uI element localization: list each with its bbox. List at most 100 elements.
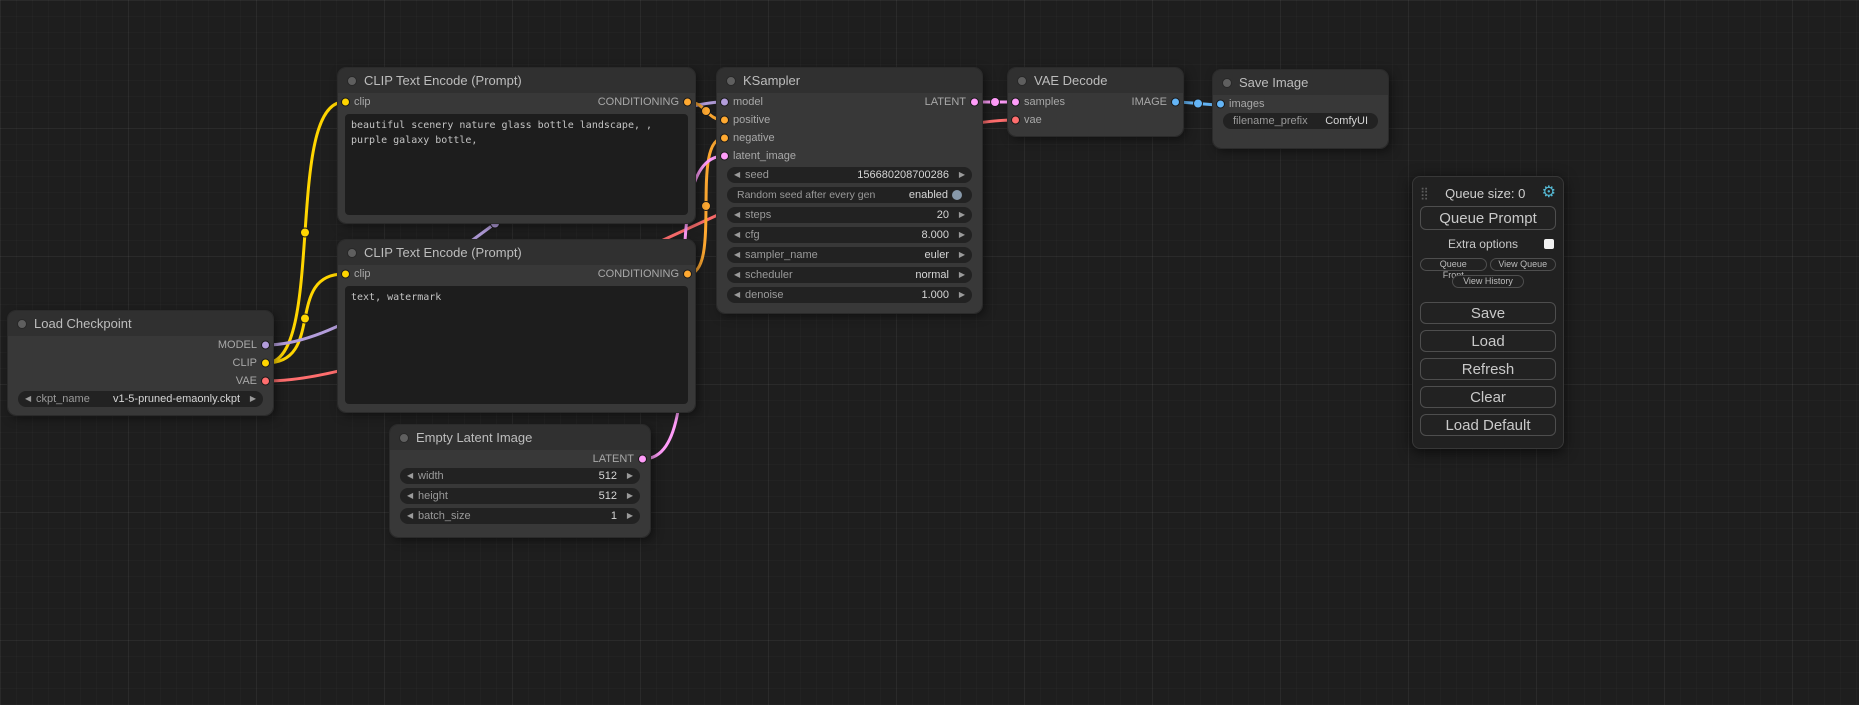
drag-handle-icon[interactable]: ⣿: [1420, 186, 1429, 200]
positive-prompt-textarea[interactable]: beautiful scenery nature glass bottle la…: [345, 114, 688, 215]
input-slot-negative[interactable]: [720, 134, 729, 143]
decrement-arrow-icon[interactable]: ◀: [734, 171, 745, 179]
node-titlebar[interactable]: CLIP Text Encode (Prompt): [338, 240, 695, 265]
output-slot-image[interactable]: [1171, 98, 1180, 107]
output-slot-latent[interactable]: [638, 455, 647, 464]
view-history-button[interactable]: View History: [1452, 275, 1524, 288]
extra-options-row: Extra options: [1422, 237, 1554, 251]
input-slot-samples[interactable]: [1011, 98, 1020, 107]
output-slot-conditioning[interactable]: [683, 270, 692, 279]
node-clip-text-encode-positive[interactable]: CLIP Text Encode (Prompt) clip CONDITION…: [338, 68, 695, 223]
node-empty-latent-image[interactable]: Empty Latent Image LATENT ◀ width 512 ▶ …: [390, 425, 650, 537]
widget-seed[interactable]: ◀ seed 156680208700286 ▶: [727, 167, 972, 183]
slot-row: vae: [1008, 111, 1183, 129]
collapse-dot-icon[interactable]: [347, 248, 357, 258]
input-slot-model[interactable]: [720, 98, 729, 107]
increment-arrow-icon[interactable]: ▶: [954, 231, 965, 239]
extra-options-checkbox[interactable]: [1544, 239, 1554, 249]
load-button[interactable]: Load: [1420, 330, 1556, 352]
collapse-dot-icon[interactable]: [347, 76, 357, 86]
node-clip-text-encode-negative[interactable]: CLIP Text Encode (Prompt) clip CONDITION…: [338, 240, 695, 412]
node-titlebar[interactable]: Save Image: [1213, 70, 1388, 95]
decrement-arrow-icon[interactable]: ◀: [734, 211, 745, 219]
increment-arrow-icon[interactable]: ▶: [622, 512, 633, 520]
decrement-arrow-icon[interactable]: ◀: [734, 291, 745, 299]
widget-width[interactable]: ◀ width 512 ▶: [400, 468, 640, 484]
node-titlebar[interactable]: CLIP Text Encode (Prompt): [338, 68, 695, 93]
widget-label: sampler_name: [745, 249, 925, 261]
input-slot-clip[interactable]: [341, 98, 350, 107]
input-slot-images[interactable]: [1216, 100, 1225, 109]
node-titlebar[interactable]: Empty Latent Image: [390, 425, 650, 450]
increment-arrow-icon[interactable]: ▶: [245, 395, 256, 403]
node-save-image[interactable]: Save Image images filename_prefix ComfyU…: [1213, 70, 1388, 148]
input-slot-vae[interactable]: [1011, 116, 1020, 125]
widget-ckpt-name[interactable]: ◀ ckpt_name v1-5-pruned-emaonly.ckpt ▶: [18, 391, 263, 407]
output-label-image: IMAGE: [1132, 96, 1167, 108]
widget-filename-prefix[interactable]: filename_prefix ComfyUI: [1223, 113, 1378, 129]
decrement-arrow-icon[interactable]: ◀: [407, 512, 418, 520]
input-slot-latent-image[interactable]: [720, 152, 729, 161]
increment-arrow-icon[interactable]: ▶: [622, 492, 633, 500]
slot-row: VAE: [8, 372, 273, 390]
output-slot-vae[interactable]: [261, 377, 270, 386]
node-load-checkpoint[interactable]: Load Checkpoint MODEL CLIP VAE ◀ ckpt_na…: [8, 311, 273, 415]
clear-button[interactable]: Clear: [1420, 386, 1556, 408]
increment-arrow-icon[interactable]: ▶: [954, 271, 965, 279]
queue-prompt-button[interactable]: Queue Prompt: [1420, 206, 1556, 230]
node-titlebar[interactable]: Load Checkpoint: [8, 311, 273, 336]
output-slot-clip[interactable]: [261, 359, 270, 368]
save-button[interactable]: Save: [1420, 302, 1556, 324]
increment-arrow-icon[interactable]: ▶: [954, 291, 965, 299]
slot-row: model LATENT: [717, 93, 982, 111]
widget-cfg[interactable]: ◀ cfg 8.000 ▶: [727, 227, 972, 243]
node-title: Save Image: [1239, 75, 1308, 90]
collapse-dot-icon[interactable]: [1017, 76, 1027, 86]
decrement-arrow-icon[interactable]: ◀: [407, 472, 418, 480]
collapse-dot-icon[interactable]: [17, 319, 27, 329]
collapse-dot-icon[interactable]: [1222, 78, 1232, 88]
increment-arrow-icon[interactable]: ▶: [954, 251, 965, 259]
decrement-arrow-icon[interactable]: ◀: [25, 395, 36, 403]
widget-batch-size[interactable]: ◀ batch_size 1 ▶: [400, 508, 640, 524]
decrement-arrow-icon[interactable]: ◀: [734, 251, 745, 259]
slot-row: latent_image: [717, 147, 982, 165]
widget-steps[interactable]: ◀ steps 20 ▶: [727, 207, 972, 223]
widget-height[interactable]: ◀ height 512 ▶: [400, 488, 640, 504]
widget-random-seed-toggle[interactable]: Random seed after every gen enabled: [727, 187, 972, 203]
increment-arrow-icon[interactable]: ▶: [954, 211, 965, 219]
node-titlebar[interactable]: VAE Decode: [1008, 68, 1183, 93]
node-titlebar[interactable]: KSampler: [717, 68, 982, 93]
decrement-arrow-icon[interactable]: ◀: [407, 492, 418, 500]
queue-front-button[interactable]: Queue Front: [1420, 258, 1487, 271]
refresh-button[interactable]: Refresh: [1420, 358, 1556, 380]
decrement-arrow-icon[interactable]: ◀: [734, 231, 745, 239]
decrement-arrow-icon[interactable]: ◀: [734, 271, 745, 279]
output-slot-model[interactable]: [261, 341, 270, 350]
node-vae-decode[interactable]: VAE Decode samples IMAGE vae: [1008, 68, 1183, 136]
node-graph-canvas[interactable]: Load Checkpoint MODEL CLIP VAE ◀ ckpt_na…: [0, 0, 1859, 705]
increment-arrow-icon[interactable]: ▶: [954, 171, 965, 179]
output-slot-latent[interactable]: [970, 98, 979, 107]
output-label-conditioning: CONDITIONING: [598, 96, 679, 108]
input-slot-clip[interactable]: [341, 270, 350, 279]
history-button-row: View History: [1420, 275, 1556, 288]
collapse-dot-icon[interactable]: [399, 433, 409, 443]
toggle-dot-icon[interactable]: [952, 190, 962, 200]
node-ksampler[interactable]: KSampler model LATENT positive negative …: [717, 68, 982, 313]
view-queue-button[interactable]: View Queue: [1490, 258, 1557, 271]
increment-arrow-icon[interactable]: ▶: [622, 472, 633, 480]
widget-sampler-name[interactable]: ◀ sampler_name euler ▶: [727, 247, 972, 263]
collapse-dot-icon[interactable]: [726, 76, 736, 86]
widget-scheduler[interactable]: ◀ scheduler normal ▶: [727, 267, 972, 283]
negative-prompt-textarea[interactable]: text, watermark: [345, 286, 688, 404]
widget-value: enabled: [909, 189, 948, 201]
widget-label: batch_size: [418, 510, 611, 522]
node-title: CLIP Text Encode (Prompt): [364, 73, 522, 88]
input-slot-positive[interactable]: [720, 116, 729, 125]
settings-gear-icon[interactable]: ⚙: [1542, 185, 1556, 201]
widget-label: seed: [745, 169, 857, 181]
widget-denoise[interactable]: ◀ denoise 1.000 ▶: [727, 287, 972, 303]
output-slot-conditioning[interactable]: [683, 98, 692, 107]
load-default-button[interactable]: Load Default: [1420, 414, 1556, 436]
